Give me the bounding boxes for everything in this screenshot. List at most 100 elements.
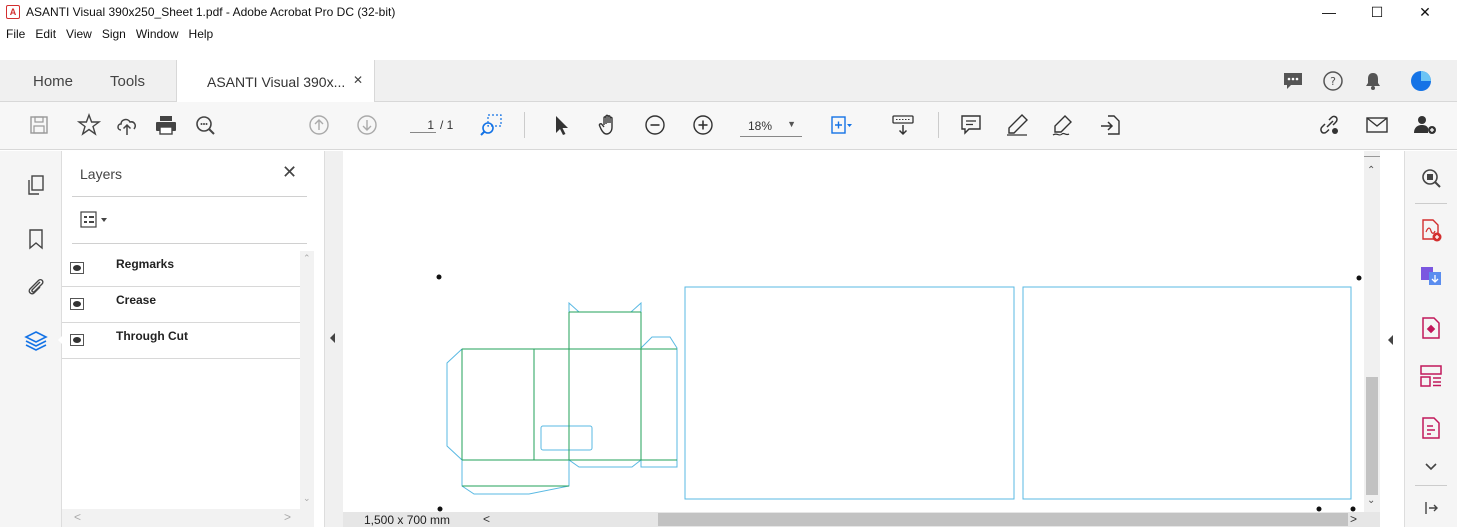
zoom-level-dropdown[interactable]: 18% ▼ <box>740 115 802 137</box>
create-pdf-icon[interactable] <box>1418 217 1444 243</box>
keyboard-scroll-icon[interactable] <box>890 112 916 138</box>
svg-text:?: ? <box>1330 75 1336 88</box>
layers-horizontal-scrollbar[interactable]: < > <box>62 509 314 527</box>
eye-visibility-icon[interactable] <box>70 334 84 346</box>
scroll-left-icon[interactable]: < <box>483 512 490 526</box>
share-link-icon[interactable] <box>1316 112 1342 138</box>
tab-tools[interactable]: Tools <box>110 73 145 90</box>
toolbar-separator <box>524 112 525 138</box>
add-comment-icon[interactable] <box>958 112 984 138</box>
scroll-left-icon[interactable]: < <box>74 510 81 524</box>
attachment-icon[interactable] <box>24 275 48 299</box>
previous-page-icon[interactable] <box>306 112 332 138</box>
toolbar-separator <box>938 112 939 138</box>
horizontal-scroll-thumb[interactable] <box>658 513 1348 526</box>
marquee-zoom-icon[interactable] <box>478 112 504 138</box>
tab-document[interactable]: ASANTI Visual 390x... ✕ <box>176 60 375 102</box>
page-display-icon[interactable] <box>828 112 854 138</box>
maximize-button[interactable]: ☐ <box>1354 0 1400 24</box>
send-for-signature-icon[interactable] <box>1098 112 1124 138</box>
menu-window[interactable]: Window <box>131 24 184 44</box>
rail-separator <box>1415 203 1447 204</box>
layer-name: Regmarks <box>116 257 175 271</box>
scroll-right-icon[interactable]: > <box>284 510 291 524</box>
menu-view[interactable]: View <box>61 24 97 44</box>
combine-files-icon[interactable] <box>1418 263 1444 289</box>
menu-sign[interactable]: Sign <box>97 24 131 44</box>
notifications-bell-icon[interactable] <box>1362 70 1384 92</box>
collapse-arrow-icon <box>1388 335 1393 345</box>
crease-layer <box>461 311 677 487</box>
menu-help[interactable]: Help <box>184 24 219 44</box>
expand-right-pane-button[interactable] <box>1380 151 1404 527</box>
zoom-in-icon[interactable] <box>690 112 716 138</box>
close-panel-icon[interactable]: ✕ <box>282 162 297 183</box>
layer-row-crease[interactable]: Crease <box>62 287 310 323</box>
cloud-upload-icon[interactable] <box>114 112 140 138</box>
fill-sign-icon[interactable] <box>1418 415 1444 441</box>
menu-bar: File Edit View Sign Window Help <box>0 24 1457 44</box>
edit-pdf-icon[interactable] <box>1418 315 1444 341</box>
page-number-input[interactable]: 1 <box>410 118 436 133</box>
vertical-scroll-thumb[interactable] <box>1366 377 1378 495</box>
scroll-down-icon[interactable]: ⌄ <box>303 493 311 504</box>
more-tools-chevron-icon[interactable] <box>1418 453 1444 479</box>
registration-mark <box>437 506 443 512</box>
comment-bubble-icon[interactable] <box>1282 70 1304 92</box>
scroll-down-icon[interactable]: ⌄ <box>1367 495 1375 506</box>
panel-divider <box>72 196 307 197</box>
hand-tool-icon[interactable] <box>596 112 622 138</box>
scroll-up-icon[interactable]: ⌃ <box>1367 165 1375 176</box>
zoom-out-icon[interactable] <box>642 112 668 138</box>
page-total-label: / 1 <box>440 118 454 132</box>
scroll-up-icon[interactable]: ⌃ <box>303 253 311 264</box>
organize-pages-icon[interactable] <box>1418 363 1444 389</box>
save-icon[interactable] <box>26 112 52 138</box>
enhance-scans-icon[interactable] <box>1418 165 1444 191</box>
tab-home[interactable]: Home <box>33 73 73 90</box>
minimize-button[interactable]: — <box>1306 0 1352 24</box>
print-icon[interactable] <box>153 112 179 138</box>
collapse-tools-icon[interactable] <box>1418 495 1444 521</box>
window-title: ASANTI Visual 390x250_Sheet 1.pdf - Adob… <box>26 5 396 19</box>
zoom-level-value: 18% <box>748 119 773 133</box>
tab-document-label: ASANTI Visual 390x... <box>207 74 346 90</box>
page-size-label: 1,500 x 700 mm <box>364 513 451 527</box>
pdf-page-content <box>436 274 1362 512</box>
page-thumbnails-icon[interactable] <box>24 173 48 197</box>
bookmark-icon[interactable] <box>24 227 48 251</box>
layers-icon[interactable] <box>24 329 48 353</box>
registration-mark <box>1356 275 1362 281</box>
close-window-button[interactable]: ✕ <box>1402 0 1448 24</box>
box-dieline <box>446 301 678 495</box>
layers-vertical-scrollbar[interactable]: ⌃ ⌄ <box>300 251 314 509</box>
email-icon[interactable] <box>1364 112 1390 138</box>
collapse-left-panel-button[interactable] <box>324 151 343 527</box>
layer-row-through-cut[interactable]: Through Cut <box>62 323 310 359</box>
star-icon[interactable] <box>76 112 102 138</box>
layer-row-regmarks[interactable]: Regmarks <box>62 251 310 287</box>
add-user-icon[interactable] <box>1412 112 1438 138</box>
right-tools-rail <box>1404 151 1457 527</box>
menu-file[interactable]: File <box>1 24 30 44</box>
find-zoom-icon[interactable] <box>192 112 218 138</box>
highlight-pen-icon[interactable] <box>1004 112 1030 138</box>
panel-cut-1 <box>684 286 1015 500</box>
eye-visibility-icon[interactable] <box>70 262 84 274</box>
next-page-icon[interactable] <box>354 112 380 138</box>
select-tool-icon[interactable] <box>548 112 574 138</box>
sign-icon[interactable] <box>1050 112 1076 138</box>
eye-visibility-icon[interactable] <box>70 298 84 310</box>
layers-options-button[interactable] <box>80 209 116 231</box>
document-vertical-scrollbar[interactable]: ⌃ ⌄ <box>1364 151 1380 512</box>
menu-edit[interactable]: Edit <box>30 24 61 44</box>
through-cut-layer <box>446 286 1352 500</box>
user-avatar-icon[interactable] <box>1410 70 1432 92</box>
document-canvas[interactable] <box>343 151 1364 512</box>
regmarks-layer <box>436 274 1362 512</box>
scroll-right-icon[interactable]: > <box>1350 512 1357 526</box>
help-icon[interactable]: ? <box>1322 70 1344 92</box>
collapse-arrow-icon <box>330 333 335 343</box>
split-handle[interactable] <box>1364 156 1380 157</box>
tab-close-icon[interactable]: ✕ <box>353 73 363 87</box>
